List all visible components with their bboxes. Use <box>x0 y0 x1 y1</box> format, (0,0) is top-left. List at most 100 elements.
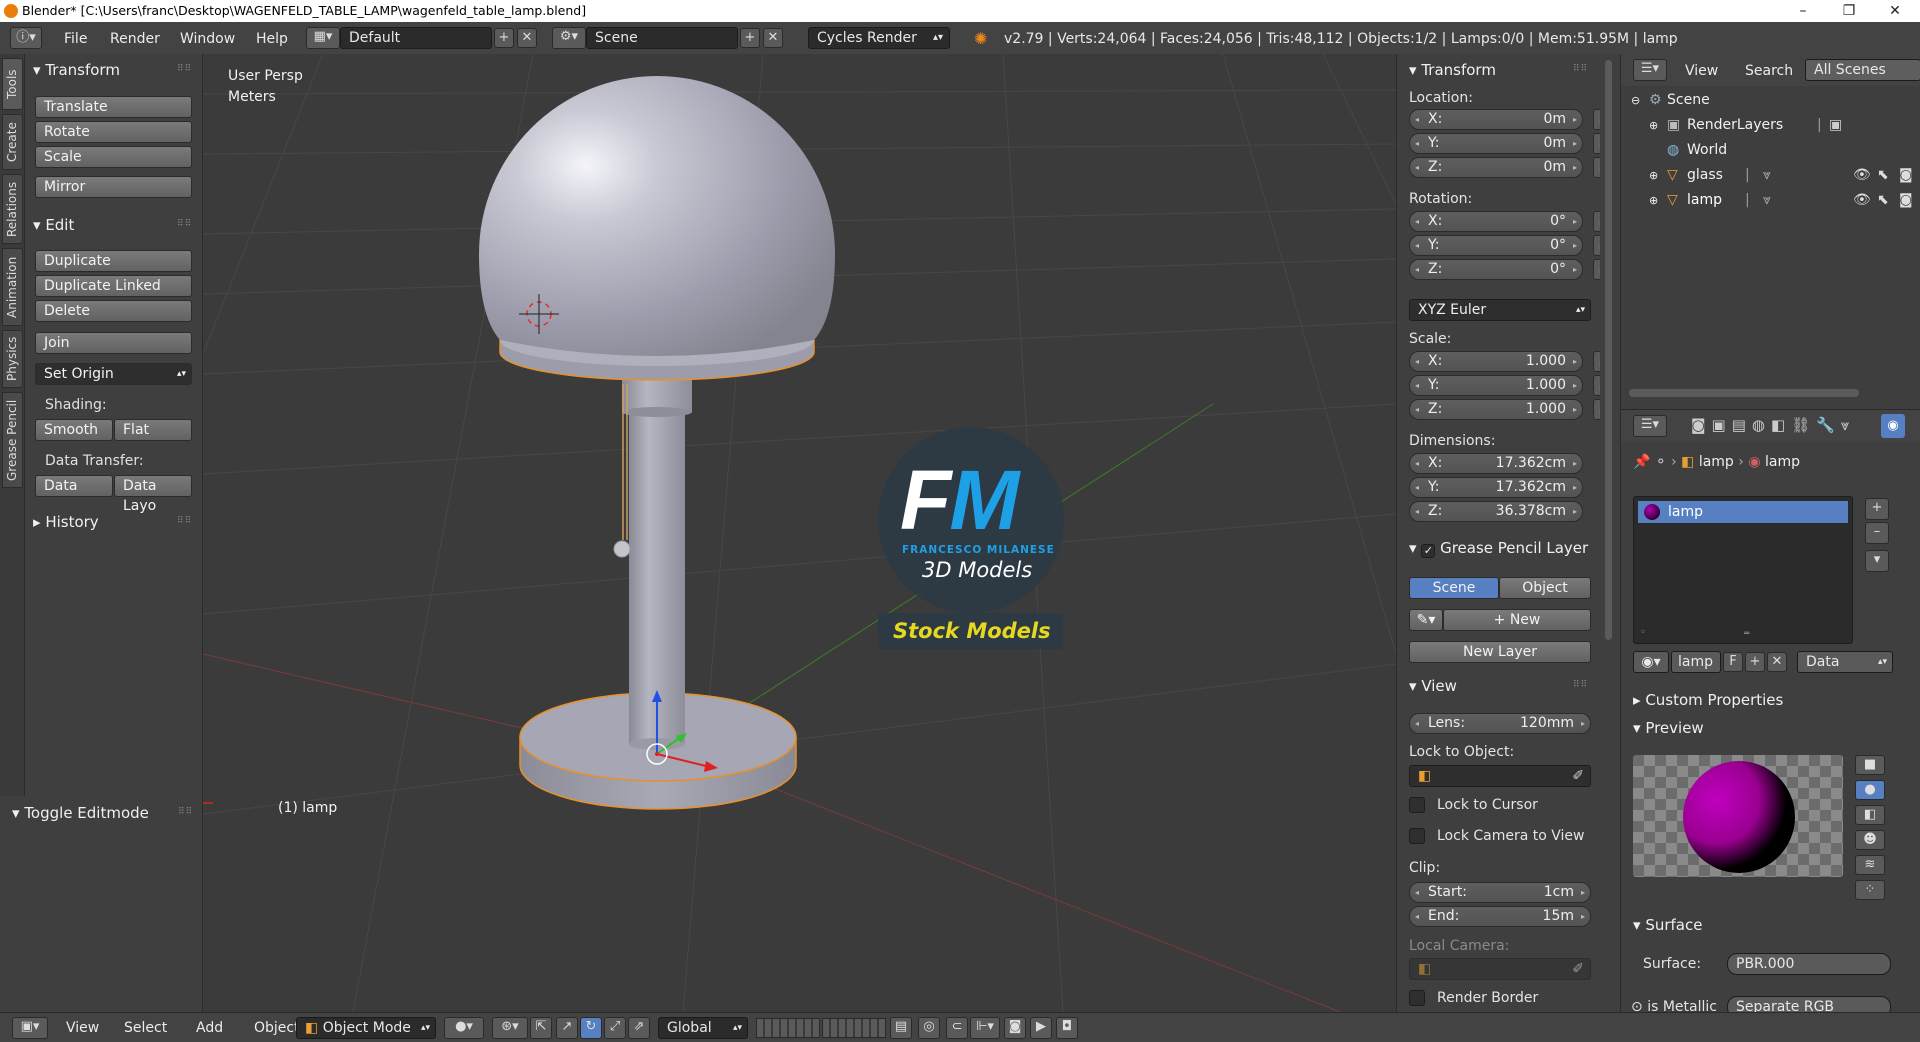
checkbox-checked-icon[interactable]: ✓ <box>1421 544 1436 558</box>
scrollbar-thumb[interactable] <box>1605 60 1612 640</box>
outliner-editor-icon[interactable]: ☰▾ <box>1633 59 1667 81</box>
preview-cube-icon[interactable]: ◧ <box>1855 805 1885 825</box>
duplicate-button[interactable]: Duplicate <box>35 250 192 272</box>
gp-new-button[interactable]: + New <box>1443 609 1591 631</box>
location-z-field[interactable]: ◂ Z: 0m ▸ <box>1409 157 1583 178</box>
visibility-eye-icon[interactable]: 👁 <box>1853 163 1871 188</box>
minimize-button[interactable]: – <box>1780 0 1826 22</box>
snap-toggle-icon[interactable]: ⊂ <box>946 1017 968 1039</box>
expand-icon[interactable]: ⊕ <box>1649 113 1658 138</box>
tab-create[interactable]: Create <box>2 114 23 170</box>
render-border-checkbox[interactable] <box>1409 990 1425 1006</box>
scale-button[interactable]: Scale <box>35 146 192 168</box>
material-tab-icon[interactable]: ◉ <box>1881 414 1905 438</box>
custom-properties-header[interactable]: ▸ Custom Properties <box>1633 691 1783 709</box>
camera-icon[interactable]: ◘ <box>1056 1017 1078 1039</box>
preview-spheres-icon[interactable]: ⁘ <box>1855 880 1885 900</box>
scale-manipulator-icon[interactable]: ⤢ <box>604 1017 626 1039</box>
layer-buttons-left[interactable] <box>756 1018 820 1038</box>
new-material-icon[interactable]: + <box>1745 652 1765 672</box>
pin-icon[interactable]: 📌 <box>1633 454 1650 470</box>
mode-dropdown[interactable]: ◧ Object Mode ▴▾ <box>296 1017 436 1039</box>
set-origin-dropdown[interactable]: Set Origin ▴▾ <box>35 363 192 385</box>
3d-viewport[interactable]: User Persp Meters z y x (1) lamp FM FRAN… <box>203 54 1396 1012</box>
tab-physics[interactable]: Physics <box>2 330 23 388</box>
outliner-row-scene[interactable]: ⊖ ⚙ Scene <box>1621 88 1920 113</box>
browse-material-icon[interactable]: ◉▾ <box>1633 651 1669 673</box>
outliner-row-world[interactable]: ◍ World <box>1621 138 1920 163</box>
outliner-menu-search[interactable]: Search <box>1745 63 1793 79</box>
selectable-cursor-icon[interactable]: ⬉ <box>1877 188 1889 213</box>
layer-buttons-right[interactable] <box>822 1018 886 1038</box>
fake-user-button[interactable]: F <box>1723 652 1743 672</box>
dimensions-z-field[interactable]: ◂ Z: 36.378cm ▸ <box>1409 501 1583 522</box>
panel-grip-icon[interactable]: ⠿⠿ <box>177 219 192 229</box>
data-layout-button[interactable]: Data Layo <box>114 475 192 514</box>
delete-button[interactable]: Delete <box>35 300 192 322</box>
outliner-row-lamp[interactable]: ⊕ ▽ lamp | ⩔ 👁 ⬉ ◙ <box>1621 188 1920 213</box>
expand-icon[interactable]: ⊕ <box>1649 188 1658 213</box>
transform-panel-header[interactable]: ▾ Transform <box>33 61 120 79</box>
n-panel-scrollbar[interactable] <box>1600 54 1618 1012</box>
remove-scene-icon[interactable]: ✕ <box>763 28 783 48</box>
preview-flat-icon[interactable]: ■ <box>1855 755 1885 775</box>
render-camera-icon[interactable]: ◙ <box>1899 188 1913 213</box>
rotation-z-field[interactable]: ◂ Z: 0° ▸ <box>1409 259 1583 280</box>
layout-name-field[interactable]: Default <box>340 27 492 49</box>
transform-orientation-icon[interactable]: ⇗ <box>628 1017 650 1039</box>
snap-element-icon[interactable]: ⊩▾ <box>970 1017 1000 1039</box>
preview-header[interactable]: ▾ Preview <box>1633 719 1704 737</box>
maximize-button[interactable]: ❐ <box>1826 0 1872 22</box>
panel-grip-icon[interactable]: ⠿⠿ <box>177 64 192 74</box>
material-slot-list[interactable]: lamp ◦ ═ <box>1633 496 1853 644</box>
rotate-button[interactable]: Rotate <box>35 121 192 143</box>
outliner-row-glass[interactable]: ⊕ ▽ glass | ⩔ 👁 ⬉ ◙ <box>1621 163 1920 188</box>
add-scene-icon[interactable]: + <box>740 28 760 48</box>
layout-grid-icon[interactable]: ▦▾ <box>306 27 340 49</box>
lock-cursor-checkbox[interactable] <box>1409 797 1425 813</box>
rotation-y-field[interactable]: ◂ Y: 0° ▸ <box>1409 235 1583 256</box>
data-transfer-button[interactable]: Data <box>35 475 113 497</box>
lock-object-field[interactable]: ◧ ✐ <box>1409 765 1591 787</box>
panel-grip-icon[interactable]: ⠿⠿ <box>178 807 193 817</box>
panel-grip-icon[interactable]: ⠿⠿ <box>177 516 192 526</box>
lamp-shade[interactable] <box>479 76 835 381</box>
preview-hair-icon[interactable]: ≋ <box>1855 855 1885 875</box>
menu-add[interactable]: Add <box>196 1020 223 1036</box>
viewport-shading-icon[interactable]: ●▾ <box>444 1017 484 1039</box>
panel-grip-icon[interactable]: ⠿⠿ <box>1573 64 1588 74</box>
gp-pencil-icon[interactable]: ✎▾ <box>1409 609 1443 631</box>
preview-type-buttons[interactable]: ■ ● ◧ ☻ ≋ ⁘ <box>1855 755 1889 905</box>
properties-context-tabs[interactable]: ◙▣▤◍◧⛓🔧⩔ <box>1691 416 1855 434</box>
slot-menu-icon[interactable]: ▾ <box>1865 550 1889 572</box>
join-button[interactable]: Join <box>35 332 192 354</box>
scene-name-field[interactable]: Scene <box>586 27 738 49</box>
menu-window[interactable]: Window <box>180 31 235 47</box>
gp-new-layer-button[interactable]: New Layer <box>1409 641 1591 663</box>
lock-layers-icon[interactable]: ▤ <box>890 1017 912 1039</box>
outliner-menu-view[interactable]: View <box>1685 63 1718 79</box>
rotate-manipulator-icon[interactable]: ↻ <box>580 1017 602 1039</box>
close-window-button[interactable]: ✕ <box>1872 0 1918 22</box>
scale-z-field[interactable]: ◂ Z: 1.000 ▸ <box>1409 399 1583 420</box>
menu-file[interactable]: File <box>64 31 87 47</box>
selectable-cursor-icon[interactable]: ⬉ <box>1877 163 1889 188</box>
collapse-icon[interactable]: ⊖ <box>1631 88 1640 113</box>
grease-pencil-layer-header[interactable]: ▾ ✓ Grease Pencil Layer <box>1409 539 1617 558</box>
clip-start-field[interactable]: ◂ Start: 1cm ▸ <box>1409 882 1591 903</box>
panel-grip-icon[interactable]: ⠿⠿ <box>1573 680 1588 690</box>
location-x-field[interactable]: ◂ X: 0m ▸ <box>1409 109 1583 130</box>
list-grip-icon[interactable]: ═ <box>1744 629 1749 639</box>
scene-icon[interactable]: ⚙▾ <box>552 27 586 49</box>
translate-manipulator-icon[interactable]: ↗ <box>556 1017 578 1039</box>
list-resize-icon[interactable]: ◦ <box>1640 627 1646 638</box>
lens-field[interactable]: ◂ Lens: 120mm ▸ <box>1409 713 1591 734</box>
render-icon[interactable]: ▣ <box>1829 113 1842 138</box>
material-slot-row[interactable]: lamp <box>1638 501 1848 523</box>
manipulator-toggle-icon[interactable]: ⇱ <box>530 1017 552 1039</box>
visibility-eye-icon[interactable]: 👁 <box>1853 188 1871 213</box>
proportional-edit-icon[interactable]: ◎ <box>918 1017 940 1039</box>
surface-shader-field[interactable]: PBR.000 <box>1727 953 1891 975</box>
menu-select[interactable]: Select <box>124 1020 167 1036</box>
duplicate-linked-button[interactable]: Duplicate Linked <box>35 275 192 297</box>
